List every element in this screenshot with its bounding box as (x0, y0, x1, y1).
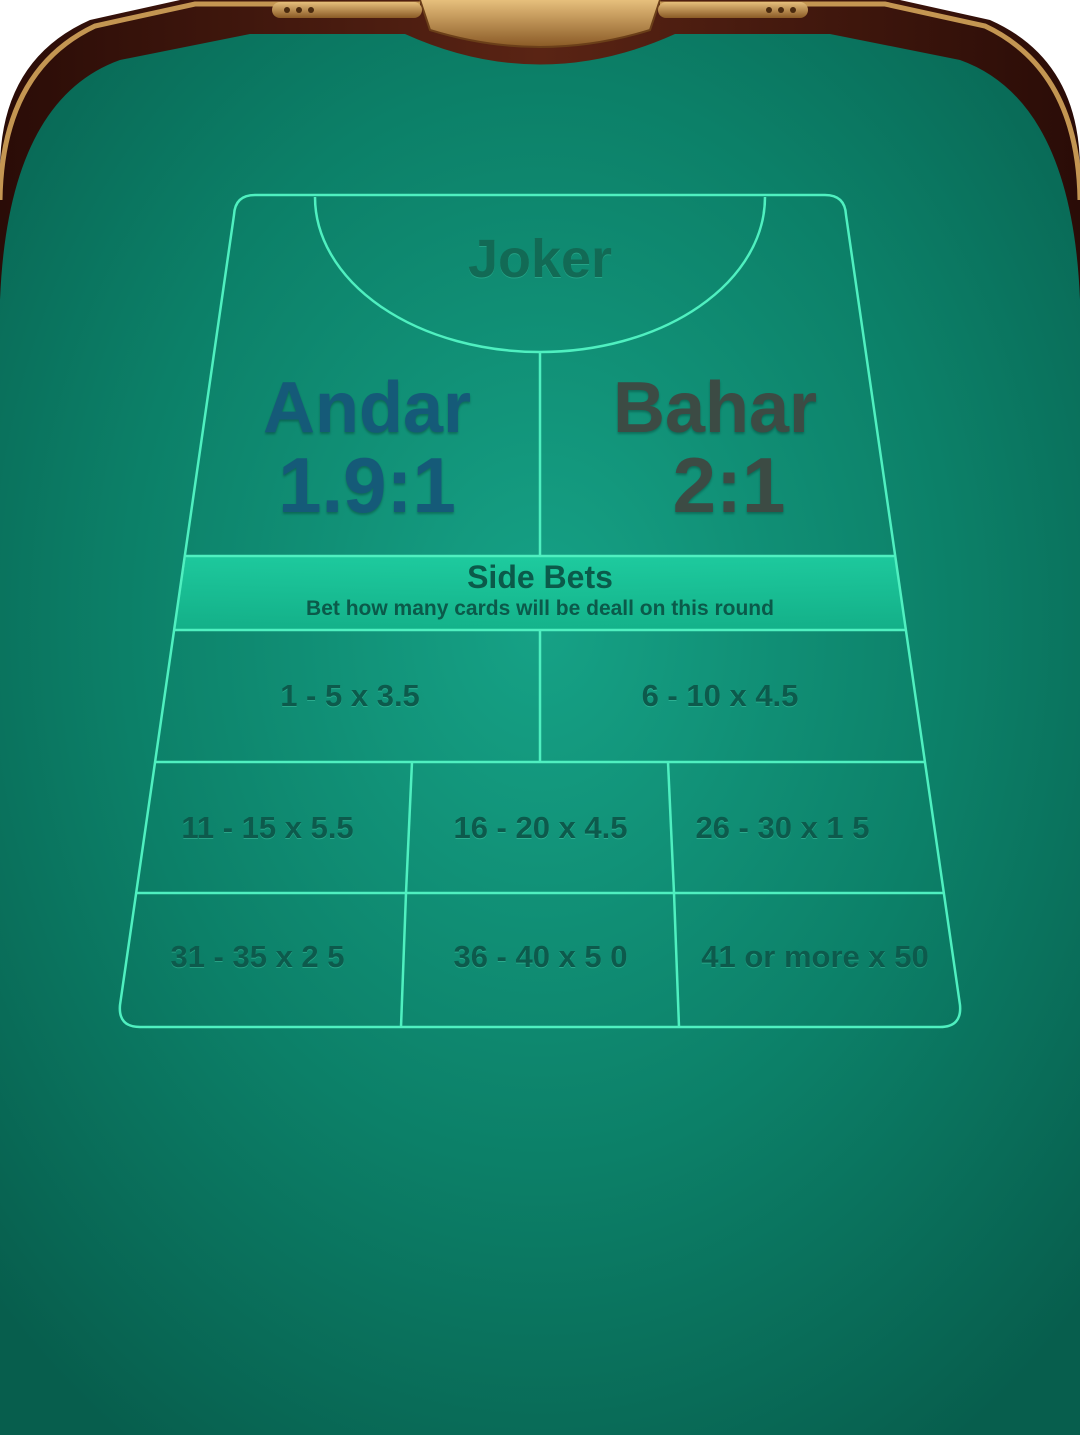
side-bet-31-35[interactable] (130, 895, 402, 1025)
side-bet-41-more[interactable] (680, 895, 952, 1025)
side-bet-26-30[interactable] (674, 764, 936, 891)
side-bets-title: Side Bets (467, 559, 613, 595)
andar-bet-zone[interactable] (200, 352, 538, 554)
side-bet-16-20[interactable] (412, 764, 670, 891)
side-bet-11-15[interactable] (150, 764, 408, 891)
side-bet-6-10[interactable] (542, 632, 910, 760)
side-bet-36-40[interactable] (406, 895, 676, 1025)
side-bet-1-5[interactable] (170, 632, 538, 760)
side-bets-subtitle: Bet how many cards will be deall on this… (306, 597, 774, 620)
bahar-bet-zone[interactable] (542, 352, 880, 554)
